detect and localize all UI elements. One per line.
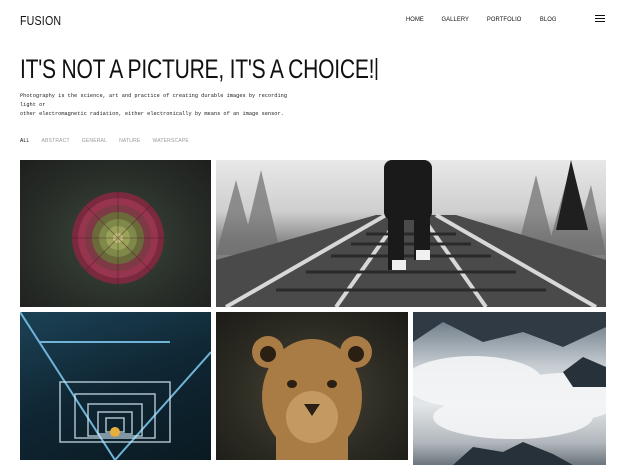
gallery-image-bridge[interactable] <box>20 312 211 460</box>
page-description: Photography is the science, art and prac… <box>20 92 290 119</box>
filter-all[interactable]: ALL <box>20 138 30 144</box>
hamburger-menu-icon[interactable] <box>595 15 605 23</box>
gallery-filters: ALL ABSTRACT GENERAL NATURE WATERSCAPE <box>20 138 201 144</box>
nav-item-portfolio[interactable]: PORTFOLIO <box>487 16 522 23</box>
filter-nature[interactable]: NATURE <box>119 138 140 144</box>
headline-text: IT'S NOT A PICTURE, IT'S A CHOICE! <box>20 54 375 84</box>
filter-general[interactable]: GENERAL <box>82 138 107 144</box>
gallery-image-railway[interactable] <box>216 160 606 307</box>
text-cursor <box>375 58 378 80</box>
succulent-image <box>72 192 164 284</box>
filter-waterscape[interactable]: WATERSCAPE <box>152 138 188 144</box>
railway-image <box>216 160 606 307</box>
site-header: FUSION HOME GALLERY PORTFOLIO BLOG <box>0 0 625 40</box>
nav-item-home[interactable]: HOME <box>406 16 424 23</box>
mountains-image <box>413 312 606 465</box>
gallery-image-succulent[interactable] <box>20 160 211 307</box>
filter-abstract[interactable]: ABSTRACT <box>42 138 70 144</box>
page-title: IT'S NOT A PICTURE, IT'S A CHOICE! <box>20 54 378 85</box>
site-logo[interactable]: FUSION <box>20 13 61 28</box>
description-line-1: Photography is the science, art and prac… <box>20 93 288 108</box>
nav-item-gallery[interactable]: GALLERY <box>441 16 469 23</box>
nav-item-blog[interactable]: BLOG <box>539 16 556 23</box>
description-line-2: other electromagnetic radiation, either … <box>20 111 284 117</box>
lioness-image <box>252 336 372 460</box>
main-nav: HOME GALLERY PORTFOLIO BLOG <box>390 16 557 23</box>
bridge-image <box>20 312 211 460</box>
gallery-image-mountains[interactable] <box>413 312 606 465</box>
gallery-image-lioness[interactable] <box>216 312 408 460</box>
